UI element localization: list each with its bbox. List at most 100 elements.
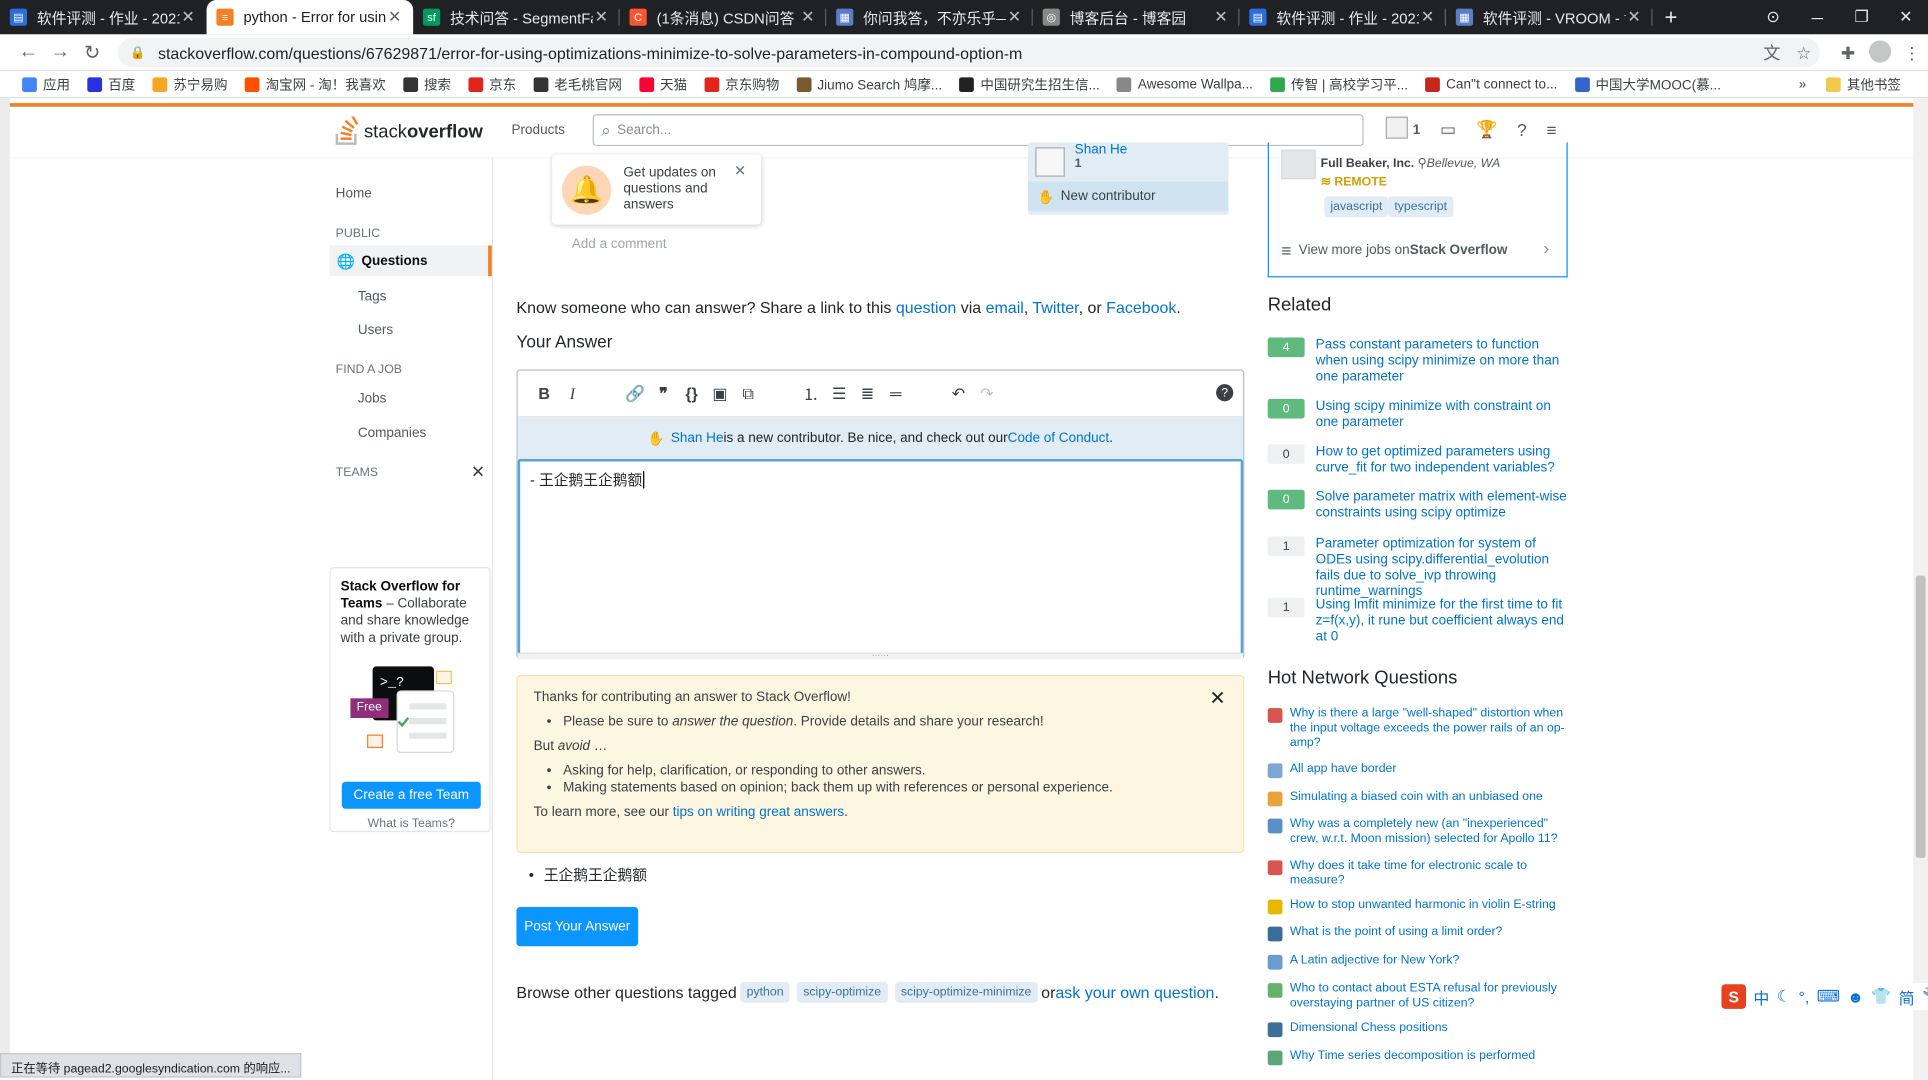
bookmark-item[interactable]: 百度: [87, 74, 135, 94]
close-tab-icon[interactable]: ✕: [386, 7, 403, 27]
new-tab-button[interactable]: +: [1653, 0, 1690, 34]
hnq-link[interactable]: Dimensional Chess positions: [1290, 1021, 1448, 1037]
answer-text[interactable]: - 王企鹅王企鹅额: [530, 471, 642, 488]
hot-network-question[interactable]: Dimensional Chess positions: [1267, 1021, 1568, 1038]
profile-avatar[interactable]: [1864, 39, 1896, 66]
horizontal-rule-icon[interactable]: ═: [882, 384, 910, 402]
url-text[interactable]: stackoverflow.com/questions/67629871/err…: [158, 44, 1756, 62]
bookmark-item[interactable]: Can''t connect to...: [1425, 76, 1557, 92]
profile-menu-icon[interactable]: ⊙: [1751, 7, 1795, 27]
close-tab-icon[interactable]: ✕: [1212, 7, 1229, 27]
ime-punct-icon[interactable]: °,: [1799, 987, 1810, 1005]
help-icon[interactable]: ?: [1517, 120, 1527, 140]
bold-icon[interactable]: B: [530, 384, 558, 402]
ime-moon-icon[interactable]: ☾: [1777, 987, 1791, 1007]
close-window-button[interactable]: ✕: [1884, 7, 1928, 27]
hnq-link[interactable]: Why does it take time for electronic sca…: [1290, 859, 1568, 888]
hnq-link[interactable]: Simulating a biased coin with an unbiase…: [1290, 790, 1543, 806]
browser-tab[interactable]: ◎ 博客后台 - 博客园 ✕: [1033, 0, 1240, 34]
bookmark-star-icon[interactable]: ☆: [1788, 42, 1820, 63]
tips-link[interactable]: tips on writing great answers: [673, 805, 844, 820]
related-question[interactable]: 4 Pass constant parameters to function wh…: [1267, 337, 1568, 386]
share-facebook-link[interactable]: Facebook: [1106, 298, 1176, 316]
bookmark-item[interactable]: Jiumo Search 鸠摩...: [796, 74, 942, 94]
bookmark-item[interactable]: 苏宁易购: [152, 74, 227, 94]
close-notice-icon[interactable]: ✕: [1209, 689, 1225, 709]
close-tab-icon[interactable]: ✕: [1626, 7, 1643, 27]
so-logo[interactable]: stack overflow: [334, 116, 483, 146]
ime-settings-icon[interactable]: 🔧: [1922, 987, 1928, 1007]
related-question-link[interactable]: Solve parameter matrix with element-wise…: [1316, 490, 1568, 522]
blockquote-icon[interactable]: ❞: [649, 384, 677, 404]
hnq-link[interactable]: Why is there a large "well-shaped" disto…: [1290, 707, 1568, 751]
ime-mode[interactable]: 简: [1899, 985, 1915, 1008]
browser-tab[interactable]: C (1条消息) CSDN问答 ✕: [620, 0, 827, 34]
related-question[interactable]: 1 Parameter optimization for system of OD…: [1267, 536, 1568, 600]
browser-tab[interactable]: ▦ 软件评测 - VROOM - 博 ✕: [1446, 0, 1653, 34]
ime-language[interactable]: 中: [1753, 985, 1769, 1008]
job-ad[interactable]: Full Beaker, Inc. ⚲Bellevue, WA ≋ REMOTE…: [1267, 142, 1568, 278]
related-question[interactable]: 0 Solve parameter matrix with element-wis…: [1267, 489, 1568, 522]
user-avatar[interactable]: [1385, 116, 1408, 143]
site-switcher-icon[interactable]: ≡: [1546, 120, 1556, 140]
hot-network-question[interactable]: Why was a completely new (an "inexperien…: [1267, 817, 1568, 846]
browser-tab[interactable]: ▤ 软件评测 - 作业 - 2021春✕: [1239, 0, 1447, 34]
ime-keyboard-icon[interactable]: ⌨: [1817, 987, 1840, 1007]
hnq-link[interactable]: What is the point of using a limit order…: [1290, 925, 1503, 941]
add-comment-link[interactable]: Add a comment: [572, 237, 667, 252]
question-tag[interactable]: python: [740, 981, 790, 1003]
editor-help-icon[interactable]: ?: [1216, 384, 1234, 402]
hnq-link[interactable]: All app have border: [1290, 762, 1397, 778]
job-tag[interactable]: javascript: [1324, 196, 1389, 218]
hot-network-question[interactable]: How to stop unwanted harmonic in violin …: [1267, 898, 1568, 915]
hot-network-question[interactable]: Who to contact about ESTA refusal for pr…: [1267, 982, 1568, 1011]
italic-icon[interactable]: I: [558, 384, 586, 404]
numbered-list-icon[interactable]: ⒈: [797, 382, 825, 405]
related-question-link[interactable]: Parameter optimization for system of ODE…: [1316, 536, 1568, 600]
sogou-icon[interactable]: S: [1721, 984, 1747, 1009]
inbox-icon[interactable]: ▭: [1440, 119, 1456, 140]
related-question-link[interactable]: Pass constant parameters to function whe…: [1316, 338, 1568, 386]
hot-network-question[interactable]: Why Time series decomposition is perform…: [1267, 1049, 1568, 1066]
nav-companies[interactable]: Companies: [358, 426, 426, 441]
hot-network-question[interactable]: What is the point of using a limit order…: [1267, 925, 1568, 942]
related-question[interactable]: 1 Using lmfit minimize for the first time…: [1267, 597, 1568, 646]
bookmark-item[interactable]: 天猫: [639, 74, 687, 94]
close-popup-icon[interactable]: ✕: [734, 163, 746, 179]
question-tag[interactable]: scipy-optimize-minimize: [894, 981, 1038, 1003]
reputation-count[interactable]: 1: [1413, 122, 1421, 137]
share-twitter-link[interactable]: Twitter: [1032, 298, 1078, 316]
close-tab-icon[interactable]: ✕: [1419, 7, 1436, 27]
banner-user-link[interactable]: Shan He: [671, 431, 724, 446]
browser-tab[interactable]: sf 技术问答 - SegmentFault✕: [413, 0, 620, 34]
view-more-jobs-link[interactable]: ≡ View more jobs on Stack Overflow: [1281, 241, 1507, 261]
close-tab-icon[interactable]: ✕: [593, 7, 610, 27]
related-question-link[interactable]: Using scipy minimize with constraint on …: [1316, 399, 1568, 431]
nav-tags[interactable]: Tags: [358, 290, 387, 305]
bookmark-item[interactable]: 中国大学MOOC(慕...: [1574, 74, 1721, 94]
ime-skin-icon[interactable]: 👕: [1871, 987, 1891, 1007]
related-question[interactable]: 0 How to get optimized parameters using c…: [1267, 444, 1568, 476]
ask-question-link[interactable]: ask your own question: [1055, 983, 1214, 1001]
undo-icon[interactable]: ↶: [944, 384, 972, 404]
new-contributor-badge[interactable]: ✋ New contributor: [1027, 181, 1229, 212]
minimize-button[interactable]: ─: [1795, 8, 1839, 26]
nav-users[interactable]: Users: [358, 323, 393, 338]
create-team-button[interactable]: Create a free Team: [341, 781, 481, 809]
lock-icon[interactable]: 🔒: [130, 46, 145, 60]
related-question-link[interactable]: Using lmfit minimize for the first time …: [1316, 598, 1568, 646]
what-is-teams-link[interactable]: What is Teams?: [331, 816, 492, 833]
extensions-icon[interactable]: ✚: [1832, 42, 1864, 63]
question-tag[interactable]: scipy-optimize: [797, 981, 888, 1003]
other-bookmarks-folder[interactable]: 其他书签: [1825, 74, 1901, 94]
maximize-button[interactable]: ❐: [1839, 7, 1883, 27]
bookmark-item[interactable]: 老毛桃官网: [533, 74, 622, 94]
heading-icon[interactable]: ≣: [853, 384, 881, 404]
nav-jobs[interactable]: Jobs: [358, 392, 387, 407]
hnq-link[interactable]: A Latin adjective for New York?: [1290, 954, 1460, 970]
resize-grip[interactable]: ⋯⋯: [517, 652, 1244, 660]
image-icon[interactable]: ▣: [706, 384, 734, 404]
products-menu[interactable]: Products: [512, 123, 565, 138]
browser-menu-icon[interactable]: ⋮: [1896, 42, 1928, 63]
close-teams-icon[interactable]: ✕: [471, 461, 485, 482]
